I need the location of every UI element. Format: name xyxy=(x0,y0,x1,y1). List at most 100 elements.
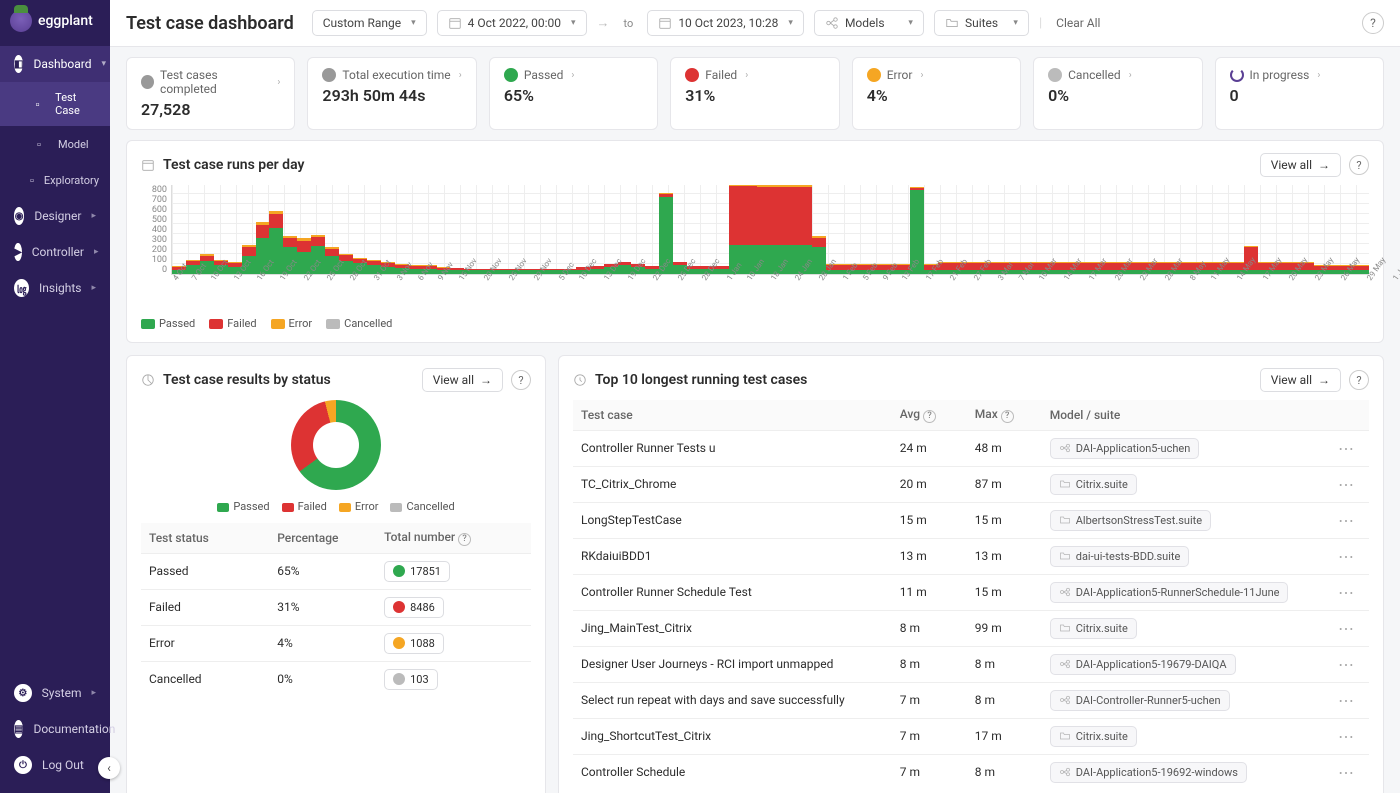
cell-max: 15 m xyxy=(975,513,1050,527)
y-tick: 800 xyxy=(141,185,167,195)
view-all-link[interactable]: View all→ xyxy=(1260,153,1341,177)
row-menu-button[interactable]: ⋯ xyxy=(1331,439,1361,458)
panel-title: Test case runs per day xyxy=(163,157,304,173)
chevron-right-icon: ▸ xyxy=(94,247,99,257)
table-row: Select run repeat with days and save suc… xyxy=(573,682,1369,718)
stat-card-passed[interactable]: Passed › 65% xyxy=(489,57,658,130)
nav-item-designer[interactable]: ◉Designer▸ xyxy=(0,198,110,234)
chip-label: DAI-Application5-19692-windows xyxy=(1076,766,1238,779)
chart-bar xyxy=(1160,185,1174,274)
view-all-link[interactable]: View all→ xyxy=(1260,368,1341,392)
row-menu-button[interactable]: ⋯ xyxy=(1331,727,1361,746)
help-button[interactable]: ? xyxy=(1349,155,1369,175)
range-selector[interactable]: Custom Range▾ xyxy=(312,10,427,36)
row-menu-button[interactable]: ⋯ xyxy=(1331,547,1361,566)
chart-bar xyxy=(896,185,910,274)
help-icon[interactable]: ? xyxy=(1001,410,1014,423)
help-icon[interactable]: ? xyxy=(923,410,936,423)
stat-label: Passed xyxy=(524,68,564,82)
stat-card-total-execution-time[interactable]: Total execution time›293h 50m 44s xyxy=(307,57,476,130)
suite-chip[interactable]: DAI-Application5-19692-windows xyxy=(1050,762,1247,783)
error-icon xyxy=(867,68,881,82)
row-menu-button[interactable]: ⋯ xyxy=(1331,763,1361,782)
nav-item-system[interactable]: ⚙System▸ xyxy=(0,675,110,711)
col-header: Percentage xyxy=(277,531,384,545)
stat-value: 65% xyxy=(504,86,643,105)
row-menu-button[interactable]: ⋯ xyxy=(1331,655,1361,674)
nav-item-log-out[interactable]: ⏻Log Out xyxy=(0,747,110,783)
stat-card-test-cases-completed[interactable]: Test cases completed›27,528 xyxy=(126,57,295,130)
cell-name: Designer User Journeys - RCI import unma… xyxy=(581,657,900,671)
x-tick: 29 May xyxy=(1365,256,1396,289)
cell-name: Controller Runner Tests u xyxy=(581,441,900,455)
nav-item-insights[interactable]: ㏒Insights▸ xyxy=(0,270,110,306)
row-menu-button[interactable]: ⋯ xyxy=(1331,619,1361,638)
row-menu-button[interactable]: ⋯ xyxy=(1331,691,1361,710)
help-button[interactable]: ? xyxy=(1349,370,1369,390)
stat-card-cancelled[interactable]: Cancelled›0% xyxy=(1033,57,1202,130)
nav-item-documentation[interactable]: ▤Documentation xyxy=(0,711,110,747)
chevron-down-icon: ▾ xyxy=(1013,18,1018,28)
chart-bar xyxy=(367,185,381,274)
date-to-picker[interactable]: 10 Oct 2023, 10:28▾ xyxy=(647,10,804,36)
cell-name: RKdaiuiBDD1 xyxy=(581,549,900,563)
suite-chip[interactable]: AlbertsonStressTest.suite xyxy=(1050,510,1211,531)
suite-chip[interactable]: DAI-Application5-RunnerSchedule-11June xyxy=(1050,582,1289,603)
folder-icon xyxy=(1059,514,1071,526)
cell-max: 13 m xyxy=(975,549,1050,563)
stat-card-in-progress[interactable]: In progress›0 xyxy=(1215,57,1384,130)
help-button[interactable]: ? xyxy=(1362,12,1384,34)
models-filter[interactable]: Models▾ xyxy=(814,10,924,36)
suites-filter[interactable]: Suites▾ xyxy=(934,10,1029,36)
help-button[interactable]: ? xyxy=(511,370,531,390)
stat-value: 4% xyxy=(867,86,1006,105)
folder-icon xyxy=(1059,622,1071,634)
stat-card-failed[interactable]: Failed›31% xyxy=(670,57,839,130)
chevron-right-icon: ▸ xyxy=(91,688,96,698)
row-menu-button[interactable]: ⋯ xyxy=(1331,511,1361,530)
suite-chip[interactable]: dai-ui-tests-BDD.suite xyxy=(1050,546,1190,567)
chart-bar xyxy=(478,185,492,274)
legend-item: Error xyxy=(271,317,313,330)
suite-chip[interactable]: DAI-Application5-uchen xyxy=(1050,438,1200,459)
chevron-right-icon: › xyxy=(920,70,923,81)
clear-all-button[interactable]: Clear All xyxy=(1056,16,1100,30)
chevron-right-icon: › xyxy=(459,70,462,81)
view-all-link[interactable]: View all→ xyxy=(422,368,503,392)
nav-item-controller[interactable]: ▶Controller▸ xyxy=(0,234,110,270)
stat-value: 0 xyxy=(1230,86,1369,105)
suite-chip[interactable]: Citrix.suite xyxy=(1050,726,1137,747)
suite-chip[interactable]: Citrix.suite xyxy=(1050,618,1137,639)
suite-chip[interactable]: DAI-Controller-Runner5-uchen xyxy=(1050,690,1230,711)
chip-label: dai-ui-tests-BDD.suite xyxy=(1076,550,1181,563)
main-area: Test case dashboard Custom Range▾ 4 Oct … xyxy=(110,0,1400,793)
table-row: RKdaiuiBDD113 m13 mdai-ui-tests-BDD.suit… xyxy=(573,538,1369,574)
nav-item-dashboard[interactable]: ◧Dashboard▾ xyxy=(0,46,110,82)
clock-icon xyxy=(322,68,336,82)
nav-label: Test Case xyxy=(55,91,96,117)
nav-item-exploratory[interactable]: ▫Exploratory xyxy=(0,162,110,198)
col-header: Total number? xyxy=(384,530,523,546)
cell-max: 15 m xyxy=(975,585,1050,599)
status-donut-chart xyxy=(291,400,381,490)
row-menu-button[interactable]: ⋯ xyxy=(1331,583,1361,602)
cell-status: Passed xyxy=(149,564,277,578)
chip-label: Citrix.suite xyxy=(1076,478,1128,491)
cell-name: Controller Schedule xyxy=(581,765,900,779)
chart-bar xyxy=(645,185,659,274)
suite-chip[interactable]: Citrix.suite xyxy=(1050,474,1137,495)
chevron-right-icon: › xyxy=(745,70,748,81)
date-from-picker[interactable]: 4 Oct 2022, 00:00▾ xyxy=(437,10,587,36)
to-arrow-icon: → xyxy=(597,15,610,31)
help-icon[interactable]: ? xyxy=(458,533,471,546)
collapse-sidebar-button[interactable]: ‹ xyxy=(98,757,120,779)
suite-chip[interactable]: DAI-Application5-19679-DAIQA xyxy=(1050,654,1236,675)
stat-card-error[interactable]: Error›4% xyxy=(852,57,1021,130)
brand-logo[interactable]: eggplant xyxy=(0,0,110,42)
nav-item-test-case[interactable]: ▫Test Case xyxy=(0,82,110,126)
row-menu-button[interactable]: ⋯ xyxy=(1331,475,1361,494)
chevron-right-icon: › xyxy=(571,70,574,81)
cell-max: 87 m xyxy=(975,477,1050,491)
nav-item-model[interactable]: ▫Model xyxy=(0,126,110,162)
failed-icon xyxy=(685,68,699,82)
